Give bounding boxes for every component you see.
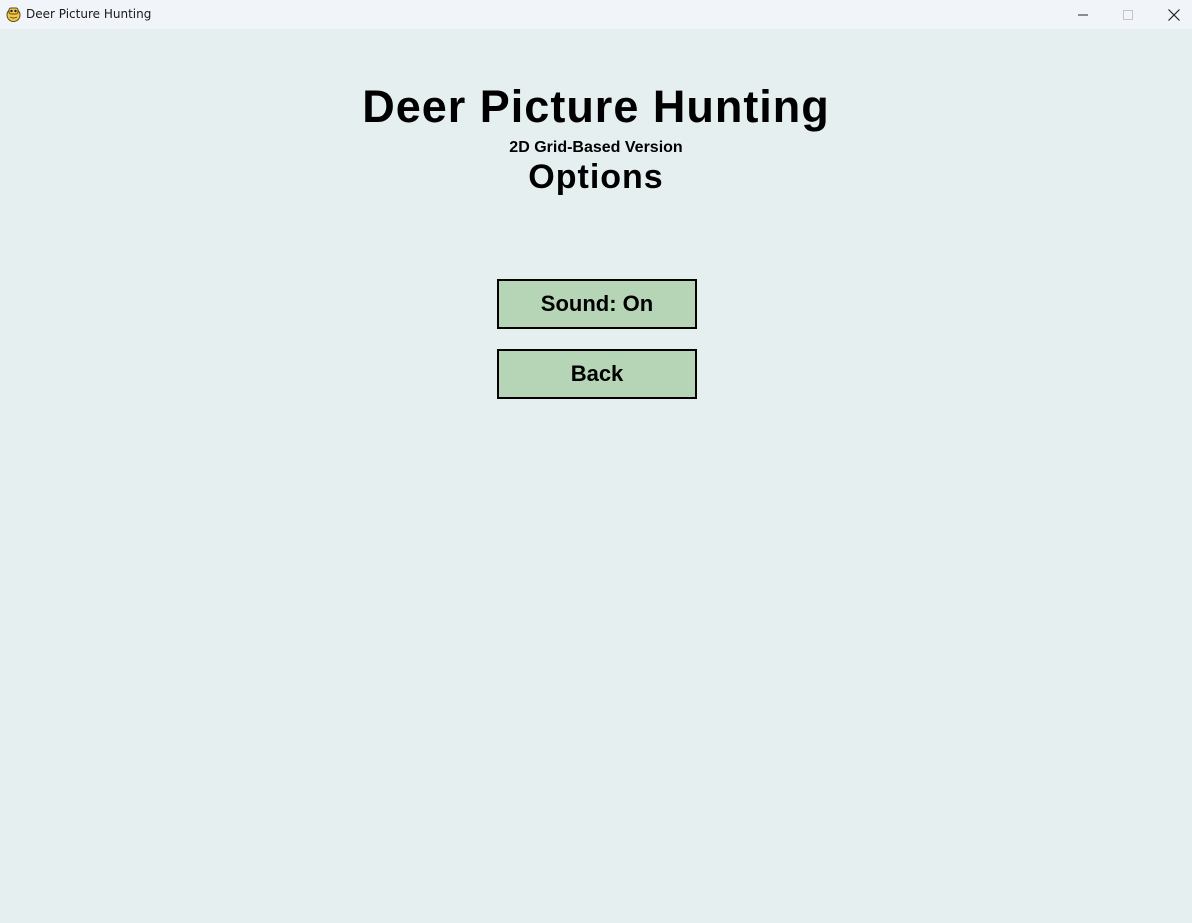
pygame-snake-icon: [6, 6, 21, 22]
options-heading: Options: [528, 158, 664, 196]
game-subtitle: 2D Grid-Based Version: [509, 139, 683, 156]
close-button[interactable]: [1151, 0, 1192, 29]
minimize-icon: [1078, 14, 1088, 15]
maximize-button[interactable]: [1105, 0, 1151, 29]
sound-toggle-button[interactable]: Sound: On: [497, 279, 697, 329]
window-title: Deer Picture Hunting: [26, 7, 152, 21]
minimize-button[interactable]: [1060, 0, 1106, 29]
game-canvas: Deer Picture Hunting 2D Grid-Based Versi…: [0, 29, 1192, 923]
window-titlebar[interactable]: Deer Picture Hunting: [0, 0, 1192, 29]
maximize-icon: [1123, 9, 1133, 20]
close-icon: [1168, 8, 1180, 21]
back-button[interactable]: Back: [497, 349, 697, 399]
game-title: Deer Picture Hunting: [362, 81, 830, 132]
